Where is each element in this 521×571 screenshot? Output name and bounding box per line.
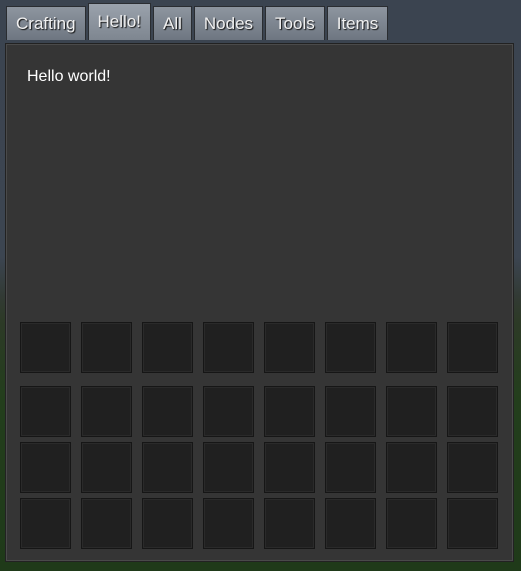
inventory-slot[interactable] (20, 386, 71, 437)
inventory-slot[interactable] (325, 442, 376, 493)
inventory-slot[interactable] (142, 386, 193, 437)
inventory-slot[interactable] (325, 386, 376, 437)
inventory-slot[interactable] (81, 442, 132, 493)
inventory-slot[interactable] (81, 386, 132, 437)
inventory-slot[interactable] (447, 386, 498, 437)
hotbar-row (20, 322, 498, 373)
inventory-slot[interactable] (447, 442, 498, 493)
inventory-slot[interactable] (386, 386, 437, 437)
inventory-slot[interactable] (203, 386, 254, 437)
inventory-slot[interactable] (20, 442, 71, 493)
inventory-panel: Hello world! (5, 43, 514, 562)
hotbar-slot[interactable] (142, 322, 193, 373)
tab-tools[interactable]: Tools (265, 6, 325, 40)
hotbar-slot[interactable] (264, 322, 315, 373)
main-inventory-grid (20, 386, 498, 549)
inventory-slot[interactable] (20, 498, 71, 549)
hotbar-slot[interactable] (447, 322, 498, 373)
inventory-slot[interactable] (142, 498, 193, 549)
tab-items[interactable]: Items (326, 6, 389, 40)
inventory-slot[interactable] (81, 498, 132, 549)
inventory-slot[interactable] (386, 442, 437, 493)
tab-nodes[interactable]: Nodes (193, 6, 264, 40)
inventory-slot[interactable] (142, 442, 193, 493)
tab-crafting[interactable]: Crafting (6, 6, 86, 40)
inventory-slot[interactable] (203, 498, 254, 549)
inventory-slot[interactable] (264, 386, 315, 437)
hotbar-slot[interactable] (81, 322, 132, 373)
inventory-slot[interactable] (386, 498, 437, 549)
tab-all[interactable]: All (153, 6, 192, 40)
inventory-slot[interactable] (264, 442, 315, 493)
inventory-slot[interactable] (447, 498, 498, 549)
panel-message: Hello world! (27, 68, 111, 85)
tab-bar: Crafting Hello! All Nodes Tools Items (6, 3, 389, 40)
hotbar-slot[interactable] (20, 322, 71, 373)
tab-hello[interactable]: Hello! (87, 3, 151, 40)
inventory-slot[interactable] (264, 498, 315, 549)
hotbar-slot[interactable] (386, 322, 437, 373)
hotbar-slot[interactable] (325, 322, 376, 373)
inventory-slot[interactable] (203, 442, 254, 493)
inventory-slot[interactable] (325, 498, 376, 549)
hotbar-slot[interactable] (203, 322, 254, 373)
